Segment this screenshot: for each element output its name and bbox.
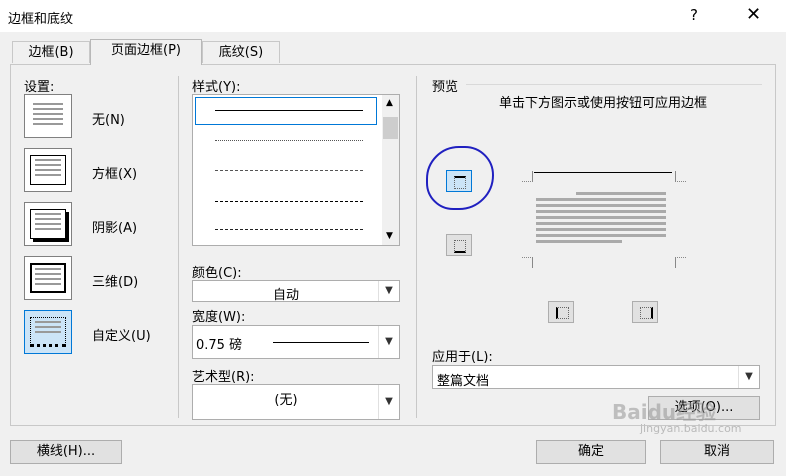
chevron-down-icon[interactable]: ▼: [378, 326, 399, 358]
corner-mark: [675, 257, 686, 268]
help-button[interactable]: ?: [690, 6, 698, 24]
art-value: (无): [274, 393, 298, 408]
setting-custom-label[interactable]: 自定义(U): [92, 325, 151, 344]
art-label: 艺术型(R):: [192, 370, 255, 385]
preview-text-lines: [536, 192, 666, 243]
art-combo[interactable]: (无) ▼: [192, 384, 400, 420]
chevron-down-icon[interactable]: ▼: [378, 281, 399, 301]
scroll-down-icon[interactable]: ▼: [386, 231, 393, 241]
setting-3d-icon[interactable]: [24, 256, 72, 300]
close-button[interactable]: ✕: [746, 4, 761, 25]
corner-mark: [522, 171, 533, 182]
cancel-button[interactable]: 取消: [660, 440, 774, 464]
scroll-up-icon[interactable]: ▲: [386, 98, 393, 108]
right-border-button[interactable]: [632, 301, 658, 323]
color-label: 颜色(C):: [192, 266, 242, 281]
watermark-url: jingyan.baidu.com: [640, 422, 742, 435]
settings-heading: 设置:: [24, 80, 55, 95]
tab-borders[interactable]: 边框(B): [12, 41, 90, 63]
corner-mark: [675, 171, 686, 182]
chevron-down-icon[interactable]: ▼: [378, 385, 399, 419]
width-value: 0.75 磅: [196, 338, 243, 353]
preview-heading: 预览: [432, 80, 459, 95]
left-border-button[interactable]: [548, 301, 574, 323]
setting-none-icon[interactable]: [24, 94, 72, 138]
setting-3d-label[interactable]: 三维(D): [92, 271, 138, 290]
preview-hint: 单击下方图示或使用按钮可应用边框: [498, 96, 707, 111]
style-scrollbar[interactable]: ▲ ▼: [382, 95, 399, 245]
scroll-thumb[interactable]: [383, 117, 398, 139]
window-title: 边框和底纹: [8, 12, 74, 27]
setting-shadow-label[interactable]: 阴影(A): [92, 217, 137, 236]
separator: [178, 76, 179, 418]
preview-heading-rule: [466, 84, 762, 85]
style-dashed-line[interactable]: [215, 170, 363, 171]
separator: [416, 76, 417, 418]
width-line-sample: [273, 342, 369, 343]
preview-top-border[interactable]: [534, 172, 672, 173]
ok-button[interactable]: 确定: [536, 440, 646, 464]
bottom-border-button[interactable]: [446, 234, 472, 256]
style-dash-dot-line[interactable]: [215, 229, 363, 230]
style-list[interactable]: ▲ ▼: [192, 94, 400, 246]
tab-shading[interactable]: 底纹(S): [202, 41, 280, 63]
preview-page[interactable]: [522, 158, 686, 268]
tab-page-border[interactable]: 页面边框(P): [90, 39, 202, 65]
width-label: 宽度(W):: [192, 310, 246, 325]
setting-custom-icon[interactable]: [24, 310, 72, 354]
apply-combo[interactable]: 整篇文档 ▼: [432, 365, 760, 389]
corner-mark: [522, 257, 533, 268]
setting-box-label[interactable]: 方框(X): [92, 163, 137, 182]
color-value: 自动: [272, 288, 299, 303]
chevron-down-icon[interactable]: ▼: [738, 366, 759, 388]
style-long-dash-line[interactable]: [215, 201, 363, 202]
style-selected-item[interactable]: [195, 97, 377, 125]
color-combo[interactable]: 自动 ▼: [192, 280, 400, 303]
style-dotted-line[interactable]: [215, 140, 363, 141]
setting-box-icon[interactable]: [24, 148, 72, 192]
apply-label: 应用于(L):: [432, 350, 493, 365]
setting-none-label[interactable]: 无(N): [92, 109, 125, 128]
apply-value: 整篇文档: [437, 374, 490, 389]
setting-shadow-icon[interactable]: [24, 202, 72, 246]
style-solid-line[interactable]: [215, 110, 363, 111]
width-combo[interactable]: 0.75 磅 ▼: [192, 325, 400, 359]
style-heading: 样式(Y):: [192, 80, 241, 95]
watermark-logo: Baidu经验: [612, 400, 717, 424]
title-bar: [0, 0, 786, 32]
horizontal-line-button[interactable]: 横线(H)...: [10, 440, 122, 464]
